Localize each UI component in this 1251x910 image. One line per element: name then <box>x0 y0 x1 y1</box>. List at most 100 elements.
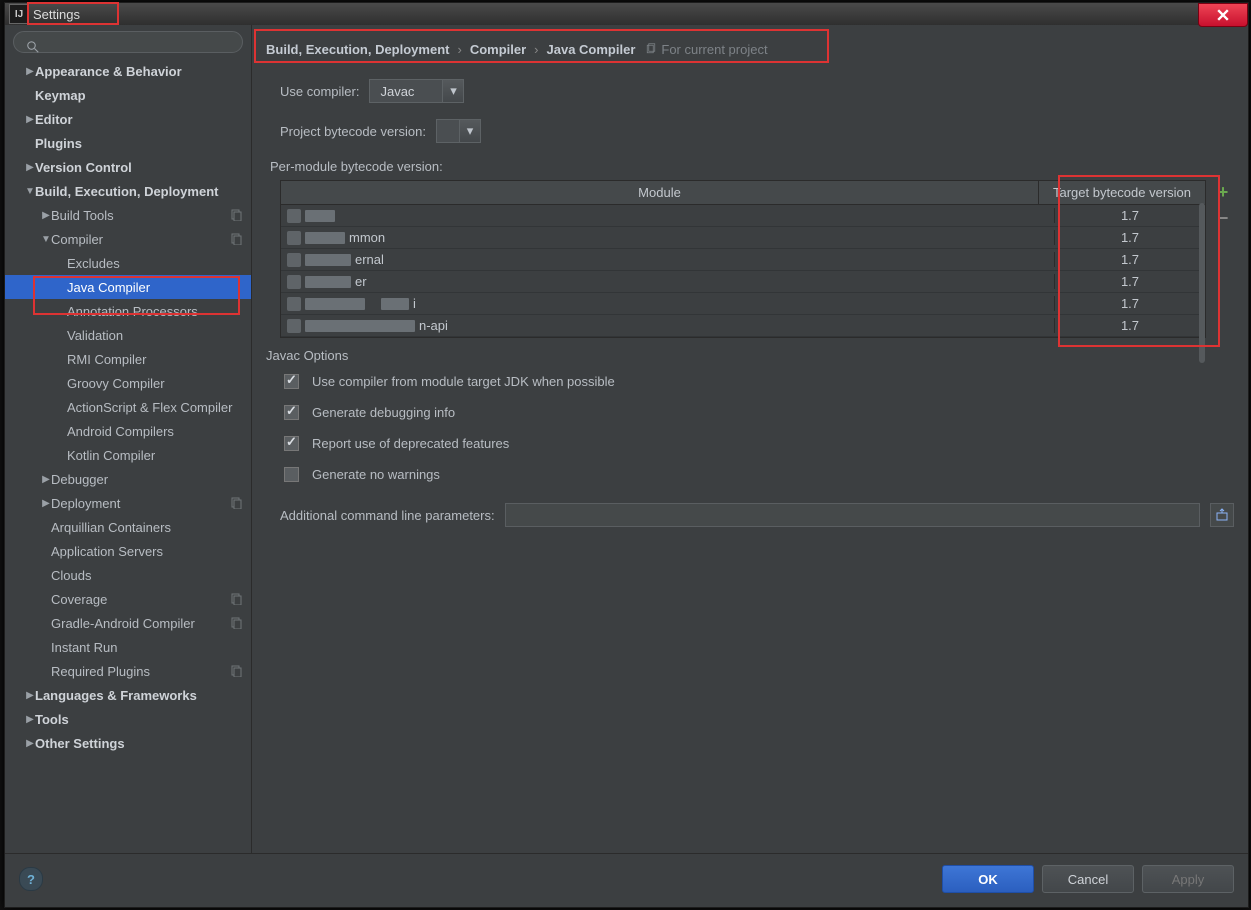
breadcrumb-part: Java Compiler <box>547 42 636 57</box>
cancel-button[interactable]: Cancel <box>1042 865 1134 893</box>
sidebar-item[interactable]: ▶Version Control <box>5 155 251 179</box>
sidebar-item[interactable]: Groovy Compiler <box>5 371 251 395</box>
sidebar-item[interactable]: ▼Build, Execution, Deployment <box>5 179 251 203</box>
project-scope-icon <box>231 665 243 677</box>
option-label: Generate no warnings <box>312 467 440 482</box>
table-row[interactable]: er 1.7 <box>281 271 1205 293</box>
table-header: Module Target bytecode version <box>281 181 1205 205</box>
window-title: Settings <box>33 7 80 22</box>
sidebar-item-label: RMI Compiler <box>67 352 251 367</box>
help-button[interactable]: ? <box>19 867 43 891</box>
table-scrollbar[interactable] <box>1199 203 1205 363</box>
expand-arrow-icon: ▶ <box>41 474 51 485</box>
version-cell[interactable]: 1.7 <box>1054 252 1205 267</box>
sidebar-item-label: Arquillian Containers <box>51 520 251 535</box>
sidebar-item[interactable]: Android Compilers <box>5 419 251 443</box>
table-row[interactable]: ernal1.7 <box>281 249 1205 271</box>
option-checkbox[interactable] <box>284 405 299 420</box>
apply-button[interactable]: Apply <box>1142 865 1234 893</box>
sidebar-item[interactable]: RMI Compiler <box>5 347 251 371</box>
sidebar-item[interactable]: Validation <box>5 323 251 347</box>
use-compiler-value: Javac <box>370 84 442 99</box>
sidebar-item[interactable]: Required Plugins <box>5 659 251 683</box>
sidebar-item-label: Debugger <box>51 472 251 487</box>
project-bytecode-combo[interactable]: ▾ <box>436 119 481 143</box>
javac-options-title: Javac Options <box>266 348 1234 363</box>
sidebar-item[interactable]: Clouds <box>5 563 251 587</box>
dropdown-icon[interactable]: ▾ <box>459 120 480 142</box>
col-module: Module <box>281 181 1038 204</box>
option-row[interactable]: Generate no warnings <box>280 464 1234 485</box>
module-name-fragment: n-api <box>419 318 448 333</box>
sidebar-item[interactable]: Plugins <box>5 131 251 155</box>
sidebar-item[interactable]: Keymap <box>5 83 251 107</box>
version-cell[interactable]: 1.7 <box>1054 274 1205 289</box>
search-box[interactable] <box>13 31 243 53</box>
sidebar-item-label: Validation <box>67 328 251 343</box>
version-cell[interactable]: 1.7 <box>1054 296 1205 311</box>
module-table[interactable]: Module Target bytecode version 1.7mmon1.… <box>280 180 1206 338</box>
sidebar-item[interactable]: Annotation Processors <box>5 299 251 323</box>
table-row[interactable]: mmon1.7 <box>281 227 1205 249</box>
sidebar-item-label: Kotlin Compiler <box>67 448 251 463</box>
option-checkbox[interactable] <box>284 374 299 389</box>
table-row[interactable]: n-api 1.7 <box>281 315 1205 337</box>
close-button[interactable] <box>1198 3 1248 27</box>
sidebar-item[interactable]: ▶Other Settings <box>5 731 251 755</box>
sidebar-item[interactable]: ▶Build Tools <box>5 203 251 227</box>
module-cell: mmon <box>281 230 1054 245</box>
breadcrumb-part[interactable]: Build, Execution, Deployment <box>266 42 449 57</box>
expand-arrow-icon: ▶ <box>25 714 35 725</box>
sidebar-item[interactable]: Excludes <box>5 251 251 275</box>
expand-field-button[interactable] <box>1210 503 1234 527</box>
sidebar-item[interactable]: ▶Tools <box>5 707 251 731</box>
breadcrumb-sep: › <box>455 42 463 57</box>
use-compiler-combo[interactable]: Javac ▾ <box>369 79 464 103</box>
sidebar-item[interactable]: ▶Editor <box>5 107 251 131</box>
settings-tree[interactable]: ▶Appearance & Behavior Keymap ▶EditorPlugi… <box>5 57 251 853</box>
search-input[interactable] <box>13 31 243 53</box>
module-name-fragment: er <box>355 274 367 289</box>
sidebar-item[interactable]: ▶Languages & Frameworks <box>5 683 251 707</box>
version-cell[interactable]: 1.7 <box>1054 230 1205 245</box>
expand-icon <box>1215 508 1229 522</box>
table-row[interactable]: 1.7 <box>281 205 1205 227</box>
sidebar-item[interactable]: Instant Run <box>5 635 251 659</box>
sidebar-item[interactable]: ▶Debugger <box>5 467 251 491</box>
sidebar-item[interactable]: ▶Deployment <box>5 491 251 515</box>
sidebar-item[interactable]: Kotlin Compiler <box>5 443 251 467</box>
sidebar-item-label: Keymap <box>35 88 251 103</box>
module-icon <box>287 231 301 245</box>
sidebar-item[interactable]: Arquillian Containers <box>5 515 251 539</box>
remove-button[interactable]: − <box>1213 208 1233 228</box>
version-cell[interactable]: 1.7 <box>1054 318 1205 333</box>
sidebar-item[interactable]: ActionScript & Flex Compiler <box>5 395 251 419</box>
option-row[interactable]: Report use of deprecated features <box>280 433 1234 454</box>
dropdown-icon[interactable]: ▾ <box>442 80 463 102</box>
cmdline-input[interactable] <box>505 503 1200 527</box>
sidebar-item[interactable]: Java Compiler <box>5 275 251 299</box>
sidebar-item[interactable]: ▶Appearance & Behavior <box>5 59 251 83</box>
sidebar-item[interactable]: ▼Compiler <box>5 227 251 251</box>
sidebar-item-label: Other Settings <box>35 736 251 751</box>
option-label: Report use of deprecated features <box>312 436 509 451</box>
table-row[interactable]: i1.7 <box>281 293 1205 315</box>
ok-button[interactable]: OK <box>942 865 1034 893</box>
sidebar-item-label: Annotation Processors <box>67 304 251 319</box>
breadcrumb-part[interactable]: Compiler <box>470 42 526 57</box>
sidebar-item[interactable]: Application Servers <box>5 539 251 563</box>
sidebar-item-label: Application Servers <box>51 544 251 559</box>
sidebar-item[interactable]: Coverage <box>5 587 251 611</box>
option-checkbox[interactable] <box>284 467 299 482</box>
add-button[interactable]: + <box>1213 182 1233 202</box>
option-row[interactable]: Use compiler from module target JDK when… <box>280 371 1234 392</box>
sidebar-item[interactable]: Gradle-Android Compiler <box>5 611 251 635</box>
per-module-label: Per-module bytecode version: <box>270 159 1234 174</box>
sidebar-item-label: Instant Run <box>51 640 251 655</box>
option-row[interactable]: Generate debugging info <box>280 402 1234 423</box>
version-cell[interactable]: 1.7 <box>1054 208 1205 223</box>
sidebar-item-label: Required Plugins <box>51 664 251 679</box>
option-checkbox[interactable] <box>284 436 299 451</box>
project-scope-icon <box>231 593 243 605</box>
copy-icon <box>645 43 657 55</box>
